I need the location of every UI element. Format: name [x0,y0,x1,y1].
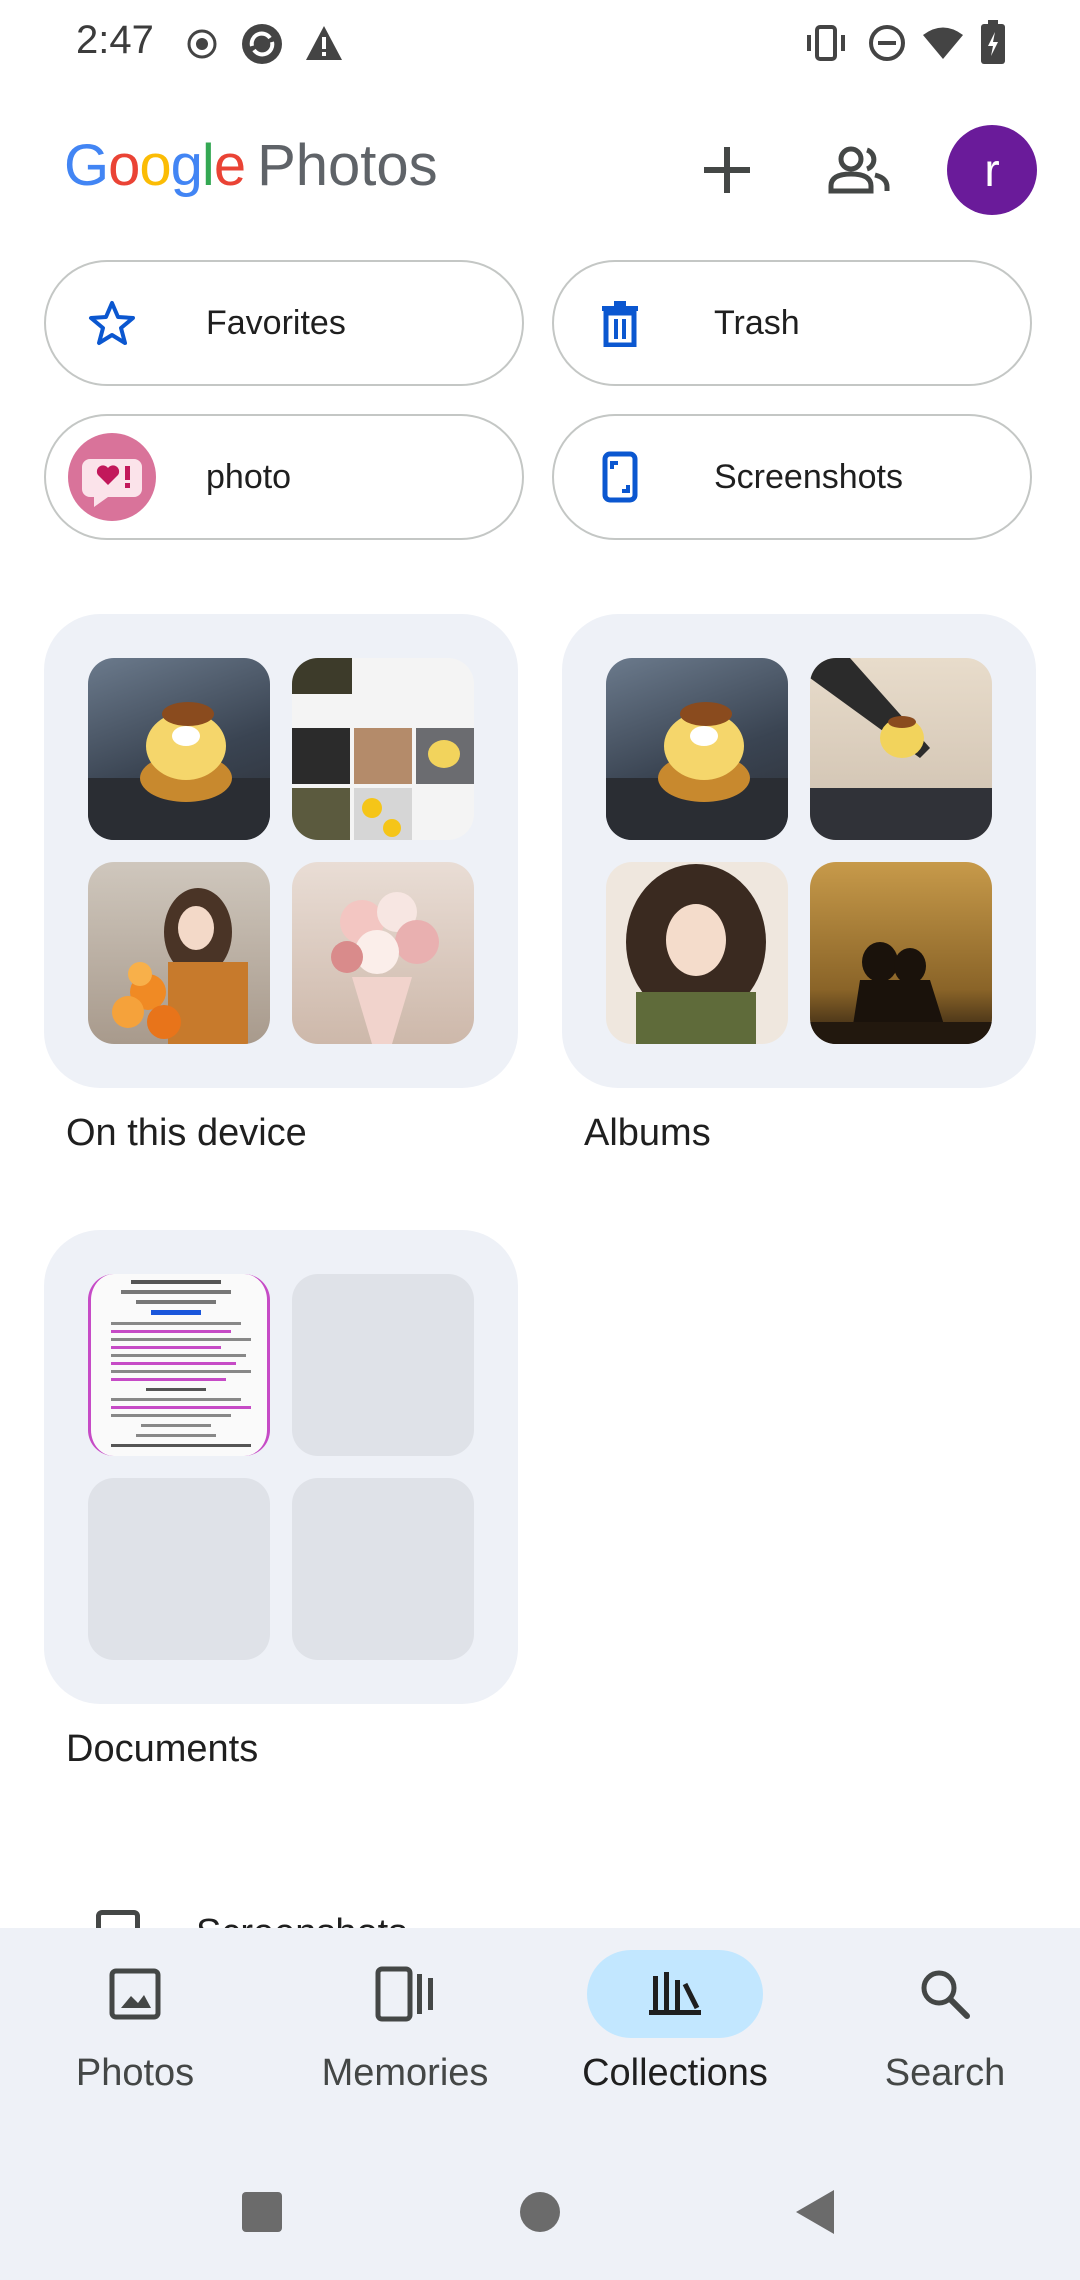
thumbnail-figurine-desk [810,658,992,840]
chip-label: Trash [714,303,800,342]
wifi-icon [923,27,963,59]
search-icon [921,1970,970,2019]
thumbnail-placeholder [88,1478,270,1660]
logo-letter: G [64,133,109,198]
nav-icon-container [857,1950,1033,2038]
vibrate-icon [807,25,845,61]
card-label-albums: Albums [584,1112,711,1154]
thumbnail-girl-portrait [606,862,788,1044]
record-icon [187,29,217,59]
card-on-this-device[interactable] [44,614,518,1088]
chip-trash[interactable]: Trash [552,260,1032,386]
chip-label: Favorites [206,303,346,342]
card-documents[interactable] [44,1230,518,1704]
logo-letter: o [108,133,140,198]
card-albums[interactable] [562,614,1036,1088]
trash-icon [576,279,664,367]
nav-icon-container [587,1950,763,2038]
nav-label: Photos [75,2052,195,2094]
back-button[interactable] [794,2188,836,2236]
thumbnail-bouquet [292,862,474,1044]
card-label-on-this-device: On this device [66,1112,307,1154]
nav-icon-container [317,1950,493,2038]
recents-button[interactable] [242,2192,282,2232]
star-icon [68,279,156,367]
sync-icon [242,24,282,64]
photo-icon [109,1968,161,2020]
warning-icon [306,26,342,60]
battery-icon [981,20,1005,64]
chip-label: Screenshots [714,457,903,496]
thumbnail-document [88,1274,270,1456]
do-not-disturb-icon [869,25,905,61]
nav-icon-container [47,1950,223,2038]
thumbnail-girl-flowers [88,862,270,1044]
card-label-documents: Documents [66,1728,259,1770]
nav-label: Search [884,2052,1006,2094]
nav-label: Memories [321,2052,489,2094]
chip-label: photo [206,457,292,496]
screenshot-icon [576,433,664,521]
people-icon [828,146,890,194]
nav-memories[interactable]: Memories [270,1950,540,2095]
logo-letter: g [170,133,203,198]
logo-letter: e [213,133,246,198]
nav-photos[interactable]: Photos [0,1950,270,2095]
account-avatar[interactable]: r [947,125,1037,215]
google-photos-logo: Google Photos [64,132,438,199]
album-cover-image [68,433,156,521]
nav-label: Collections [582,2052,768,2094]
thumbnail-screenshot-grid [292,658,474,840]
status-time: 2:47 [76,18,154,62]
chip-photo-album[interactable]: photo [44,414,524,540]
thumbnail-couple-sunset [810,862,992,1044]
thumbnail-placeholder [292,1478,474,1660]
sharing-button[interactable] [814,125,904,215]
thumbnail-placeholder [292,1274,474,1456]
home-button[interactable] [520,2192,560,2232]
chip-screenshots[interactable]: Screenshots [552,414,1032,540]
memories-icon [375,1966,433,2022]
logo-letter: o [139,133,171,198]
logo-product-name: Photos [257,133,438,198]
add-button[interactable] [682,125,772,215]
collections-icon [649,1972,701,2015]
nav-collections[interactable]: Collections [540,1950,810,2095]
thumbnail-pompompurin [606,658,788,840]
nav-search[interactable]: Search [810,1950,1080,2095]
logo-letter: l [201,133,215,198]
plus-icon [704,147,750,193]
chip-favorites[interactable]: Favorites [44,260,524,386]
thumbnail-pompompurin [88,658,270,840]
